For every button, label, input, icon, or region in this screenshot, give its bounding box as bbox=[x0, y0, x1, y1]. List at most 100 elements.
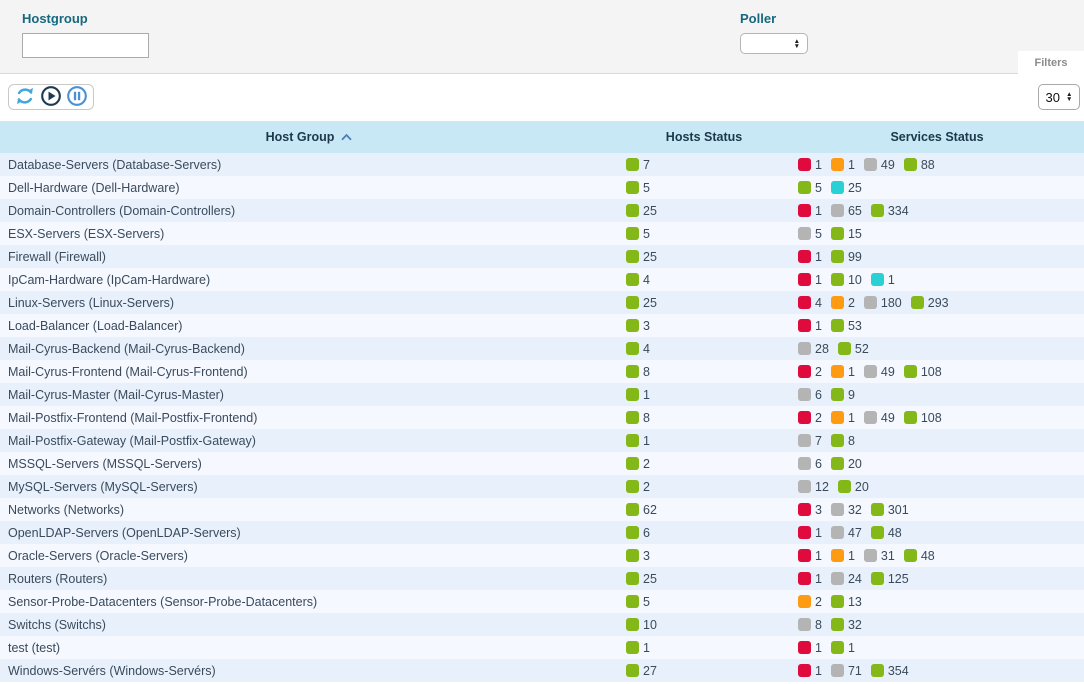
hostgroup-name[interactable]: Routers (Routers) bbox=[0, 572, 618, 586]
status-count-value: 10 bbox=[848, 273, 862, 287]
status-count-value: 6 bbox=[815, 457, 822, 471]
status-count-value: 25 bbox=[643, 250, 657, 264]
table-row[interactable]: Firewall (Firewall) 25 199 bbox=[0, 245, 1084, 268]
table-row[interactable]: Database-Servers (Database-Servers) 7 11… bbox=[0, 153, 1084, 176]
table-row[interactable]: Mail-Cyrus-Frontend (Mail-Cyrus-Frontend… bbox=[0, 360, 1084, 383]
refresh-button[interactable] bbox=[14, 86, 36, 108]
status-count-ok: 88 bbox=[904, 158, 935, 172]
ok-badge bbox=[626, 204, 639, 217]
critical-badge bbox=[798, 365, 811, 378]
hostgroup-name[interactable]: Firewall (Firewall) bbox=[0, 250, 618, 264]
status-count-value: 24 bbox=[848, 572, 862, 586]
hostgroup-name[interactable]: Switchs (Switchs) bbox=[0, 618, 618, 632]
ok-badge bbox=[904, 158, 917, 171]
status-count-ok: 5 bbox=[626, 181, 650, 195]
column-header-services-status[interactable]: Services Status bbox=[790, 130, 1084, 144]
status-count-value: 2 bbox=[643, 480, 650, 494]
table-row[interactable]: Mail-Cyrus-Master (Mail-Cyrus-Master) 1 … bbox=[0, 383, 1084, 406]
table-row[interactable]: Networks (Networks) 62 332301 bbox=[0, 498, 1084, 521]
status-count-ok: 293 bbox=[911, 296, 949, 310]
table-row[interactable]: Switchs (Switchs) 10 832 bbox=[0, 613, 1084, 636]
hostgroup-name[interactable]: IpCam-Hardware (IpCam-Hardware) bbox=[0, 273, 618, 287]
status-count-value: 47 bbox=[848, 526, 862, 540]
table-row[interactable]: MySQL-Servers (MySQL-Servers) 2 1220 bbox=[0, 475, 1084, 498]
hostgroup-name[interactable]: Networks (Networks) bbox=[0, 503, 618, 517]
status-count-value: 354 bbox=[888, 664, 909, 678]
table-row[interactable]: test (test) 1 11 bbox=[0, 636, 1084, 659]
status-count-value: 5 bbox=[643, 227, 650, 241]
table-row[interactable]: Domain-Controllers (Domain-Controllers) … bbox=[0, 199, 1084, 222]
table-row[interactable]: Mail-Postfix-Frontend (Mail-Postfix-Fron… bbox=[0, 406, 1084, 429]
table-row[interactable]: OpenLDAP-Servers (OpenLDAP-Servers) 6 14… bbox=[0, 521, 1084, 544]
status-count-value: 1 bbox=[848, 158, 855, 172]
hostgroup-name[interactable]: Mail-Cyrus-Backend (Mail-Cyrus-Backend) bbox=[0, 342, 618, 356]
status-count-unknown: 32 bbox=[831, 503, 862, 517]
filters-tab-label: Filters bbox=[1034, 57, 1067, 69]
status-count-value: 48 bbox=[888, 526, 902, 540]
status-count-value: 1 bbox=[815, 664, 822, 678]
hostgroup-name[interactable]: OpenLDAP-Servers (OpenLDAP-Servers) bbox=[0, 526, 618, 540]
hostgroup-name[interactable]: Domain-Controllers (Domain-Controllers) bbox=[0, 204, 618, 218]
column-header-host-group[interactable]: Host Group bbox=[0, 130, 618, 144]
unknown-badge bbox=[831, 664, 844, 677]
table-row[interactable]: Mail-Postfix-Gateway (Mail-Postfix-Gatew… bbox=[0, 429, 1084, 452]
table-row[interactable]: Sensor-Probe-Datacenters (Sensor-Probe-D… bbox=[0, 590, 1084, 613]
hostgroup-name[interactable]: Dell-Hardware (Dell-Hardware) bbox=[0, 181, 618, 195]
status-count-value: 20 bbox=[848, 457, 862, 471]
status-count-ok: 62 bbox=[626, 503, 657, 517]
hostgroup-name[interactable]: Mail-Postfix-Frontend (Mail-Postfix-Fron… bbox=[0, 411, 618, 425]
ok-badge bbox=[626, 549, 639, 562]
hostgroup-name[interactable]: Mail-Cyrus-Frontend (Mail-Cyrus-Frontend… bbox=[0, 365, 618, 379]
hostgroup-name[interactable]: MSSQL-Servers (MSSQL-Servers) bbox=[0, 457, 618, 471]
status-count-value: 125 bbox=[888, 572, 909, 586]
page-size-value: 30 bbox=[1046, 90, 1060, 105]
status-count-value: 49 bbox=[881, 411, 895, 425]
hostgroup-name[interactable]: test (test) bbox=[0, 641, 618, 655]
table-row[interactable]: Windows-Servérs (Windows-Servérs) 27 171… bbox=[0, 659, 1084, 682]
table-row[interactable]: ESX-Servers (ESX-Servers) 5 515 bbox=[0, 222, 1084, 245]
status-count-warning: 2 bbox=[798, 595, 822, 609]
ok-badge bbox=[626, 618, 639, 631]
table-row[interactable]: Dell-Hardware (Dell-Hardware) 5 525 bbox=[0, 176, 1084, 199]
hostgroup-name[interactable]: MySQL-Servers (MySQL-Servers) bbox=[0, 480, 618, 494]
unknown-badge bbox=[798, 342, 811, 355]
table-row[interactable]: Routers (Routers) 25 124125 bbox=[0, 567, 1084, 590]
table-row[interactable]: MSSQL-Servers (MSSQL-Servers) 2 620 bbox=[0, 452, 1084, 475]
hostgroup-name[interactable]: Windows-Servérs (Windows-Servérs) bbox=[0, 664, 618, 678]
hostgroup-name[interactable]: Load-Balancer (Load-Balancer) bbox=[0, 319, 618, 333]
filters-tab[interactable]: Filters bbox=[1018, 51, 1084, 74]
hostgroup-name[interactable]: Database-Servers (Database-Servers) bbox=[0, 158, 618, 172]
hostgroup-input[interactable] bbox=[22, 33, 149, 58]
play-button[interactable] bbox=[40, 86, 62, 108]
column-header-hosts-status[interactable]: Hosts Status bbox=[618, 130, 790, 144]
page-size-select[interactable]: 30 ▲▼ bbox=[1038, 84, 1080, 110]
hostgroup-name[interactable]: Linux-Servers (Linux-Servers) bbox=[0, 296, 618, 310]
hostgroup-name[interactable]: Mail-Cyrus-Master (Mail-Cyrus-Master) bbox=[0, 388, 618, 402]
services-status-cell: 2149108 bbox=[790, 365, 1084, 379]
status-count-value: 4 bbox=[643, 273, 650, 287]
status-count-critical: 1 bbox=[798, 319, 822, 333]
table-row[interactable]: IpCam-Hardware (IpCam-Hardware) 4 1101 bbox=[0, 268, 1084, 291]
status-count-value: 1 bbox=[848, 641, 855, 655]
hostgroup-name[interactable]: Mail-Postfix-Gateway (Mail-Postfix-Gatew… bbox=[0, 434, 618, 448]
status-count-unknown: 49 bbox=[864, 158, 895, 172]
status-count-value: 15 bbox=[848, 227, 862, 241]
hostgroup-name[interactable]: ESX-Servers (ESX-Servers) bbox=[0, 227, 618, 241]
hosts-status-cell: 10 bbox=[618, 618, 790, 632]
pause-button[interactable] bbox=[66, 86, 88, 108]
status-count-value: 1 bbox=[643, 388, 650, 402]
status-count-value: 5 bbox=[643, 595, 650, 609]
hostgroup-name[interactable]: Sensor-Probe-Datacenters (Sensor-Probe-D… bbox=[0, 595, 618, 609]
status-count-value: 108 bbox=[921, 365, 942, 379]
table-row[interactable]: Mail-Cyrus-Backend (Mail-Cyrus-Backend) … bbox=[0, 337, 1084, 360]
table-row[interactable]: Load-Balancer (Load-Balancer) 3 153 bbox=[0, 314, 1084, 337]
services-status-cell: 2852 bbox=[790, 342, 1084, 356]
hosts-status-cell: 4 bbox=[618, 273, 790, 287]
status-count-value: 1 bbox=[815, 273, 822, 287]
poller-select[interactable]: ▲▼ bbox=[740, 33, 808, 54]
hostgroup-name[interactable]: Oracle-Servers (Oracle-Servers) bbox=[0, 549, 618, 563]
table-row[interactable]: Oracle-Servers (Oracle-Servers) 3 113148 bbox=[0, 544, 1084, 567]
table-row[interactable]: Linux-Servers (Linux-Servers) 25 4218029… bbox=[0, 291, 1084, 314]
status-count-ok: 15 bbox=[831, 227, 862, 241]
status-count-ok: 20 bbox=[838, 480, 869, 494]
